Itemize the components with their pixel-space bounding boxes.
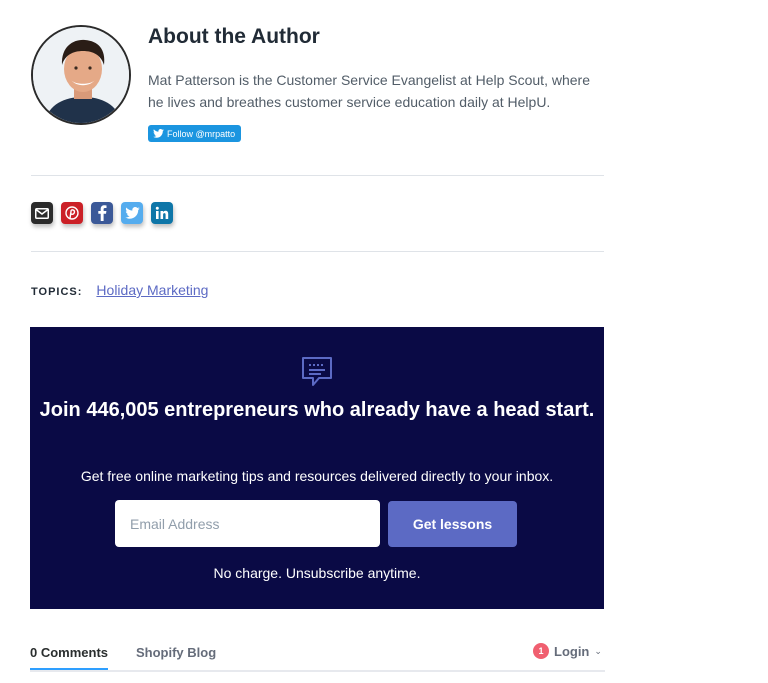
- notification-badge: 1: [533, 643, 549, 659]
- share-linkedin-button[interactable]: [151, 202, 173, 224]
- share-bar: [31, 202, 173, 224]
- topics-row: TOPICS: Holiday Marketing: [31, 282, 208, 298]
- divider: [31, 175, 604, 176]
- login-label: Login: [554, 643, 590, 659]
- follow-label: Follow @mrpatto: [167, 128, 236, 139]
- author-photo-icon: [33, 27, 129, 123]
- email-icon: [35, 207, 49, 219]
- active-tab-indicator: [30, 668, 108, 670]
- pinterest-icon: [65, 206, 79, 220]
- linkedin-icon: [155, 206, 169, 219]
- newsletter-note: No charge. Unsubscribe anytime.: [213, 565, 421, 581]
- twitter-icon: [124, 207, 140, 219]
- chevron-down-icon: ⌄: [594, 645, 602, 656]
- chat-message-icon: [302, 357, 332, 386]
- login-menu[interactable]: 1 Login ⌄: [533, 643, 602, 659]
- author-bio: Mat Patterson is the Customer Service Ev…: [148, 72, 590, 110]
- newsletter-subtitle: Get free online marketing tips and resou…: [80, 468, 554, 484]
- author-avatar: [31, 25, 131, 125]
- share-twitter-button[interactable]: [121, 202, 143, 224]
- tab-comments[interactable]: 0 Comments: [30, 645, 108, 660]
- newsletter-heading: Join 446,005 entrepreneurs who already h…: [39, 399, 595, 421]
- twitter-bird-icon: [153, 129, 164, 138]
- email-input[interactable]: [115, 500, 380, 547]
- author-title: About the Author: [148, 25, 320, 48]
- facebook-icon: [98, 205, 107, 221]
- newsletter-signup: Join 446,005 entrepreneurs who already h…: [30, 327, 604, 609]
- twitter-follow-button[interactable]: Follow @mrpatto: [148, 125, 242, 142]
- topics-label: TOPICS:: [31, 286, 83, 298]
- share-pinterest-button[interactable]: [61, 202, 83, 224]
- share-facebook-button[interactable]: [91, 202, 113, 224]
- get-lessons-button[interactable]: Get lessons: [388, 501, 517, 547]
- tab-shopify-blog[interactable]: Shopify Blog: [136, 645, 216, 660]
- topic-link-holiday-marketing[interactable]: Holiday Marketing: [96, 282, 208, 298]
- comments-divider: [30, 670, 605, 672]
- share-email-button[interactable]: [31, 202, 53, 224]
- divider: [31, 251, 604, 252]
